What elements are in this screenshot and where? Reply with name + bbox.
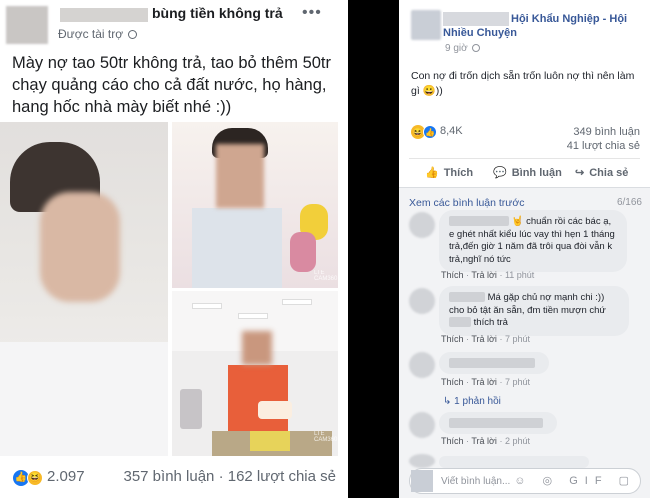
commenter-avatar[interactable] <box>409 412 435 438</box>
comment-icon: 💬 <box>493 167 507 179</box>
comment-time[interactable]: 11 phút <box>505 270 534 280</box>
input-tool-icons[interactable]: ☺ ◎ GIF ▢ <box>514 474 636 487</box>
divider <box>409 158 640 159</box>
sponsored-post: bùng tiền không trả Được tài trợ ••• Mày… <box>0 0 348 498</box>
group-name[interactable]: Hội Khẩu Nghiệp - Hội <box>511 13 627 25</box>
group-avatar[interactable] <box>411 10 441 40</box>
more-options-icon[interactable]: ••• <box>302 4 322 22</box>
comment-reply-link[interactable]: Trả lời <box>471 436 497 446</box>
comment-bubble <box>439 412 557 434</box>
post-stats[interactable]: 357 bình luận · 162 lượt chia sẻ <box>123 468 336 485</box>
like-button[interactable]: 👍 Thích <box>425 166 474 180</box>
commenter-avatar[interactable] <box>409 212 435 238</box>
reaction-count[interactable]: 2.097 <box>47 468 85 485</box>
camera-watermark: LTE CAM360 <box>314 431 338 443</box>
blurred-comment <box>449 358 535 369</box>
comment-reply-link[interactable]: Trả lời <box>471 270 497 280</box>
share-icon: ↪ <box>575 167 585 179</box>
comment-button[interactable]: 💬 Bình luận <box>493 166 562 180</box>
comment-reply-link[interactable]: Trả lời <box>471 334 497 344</box>
post-time[interactable]: 9 giờ <box>445 43 481 54</box>
group-name-line-2[interactable]: Nhiều Chuyện <box>443 27 517 39</box>
like-label: Thích <box>443 166 474 179</box>
comment-bubble: 🤘 chuẩn rồi các bác ạ, e ghét nhất kiểu … <box>439 210 627 272</box>
sponsored-label: Được tài trợ <box>58 27 138 41</box>
view-previous-comments-link[interactable]: Xem các bình luận trước <box>409 197 524 209</box>
camera-watermark: LTE CAM360 <box>314 270 338 282</box>
like-reaction-icon: 👍 <box>423 125 437 139</box>
blurred-name <box>443 12 509 26</box>
blurred-name <box>449 292 485 303</box>
comment-reply-link[interactable]: Trả lời <box>471 377 497 387</box>
time-text: 9 giờ <box>445 43 468 54</box>
group-post: Hội Khẩu Nghiệp - Hội Nhiều Chuyện 9 giờ… <box>399 0 650 498</box>
comment-bubble: Má gặp chủ nợ mạnh chi :)) cho bỏ tật ăn… <box>439 286 629 336</box>
reply-arrow-icon: ↳ <box>443 396 452 407</box>
commenter-avatar[interactable] <box>409 454 435 468</box>
blurred-comment <box>449 418 543 429</box>
post-photo-2[interactable]: LTE CAM360 <box>172 122 338 288</box>
user-avatar <box>411 470 433 492</box>
page-avatar[interactable] <box>6 6 48 44</box>
view-replies-link[interactable]: ↳ 1 phản hồi <box>443 396 501 407</box>
post-photo-1[interactable] <box>0 122 168 456</box>
comment-like-link[interactable]: Thích <box>441 377 464 387</box>
replies-label: 1 phản hồi <box>454 396 501 407</box>
blurred-name <box>60 8 148 22</box>
comment-placeholder[interactable]: Viết bình luận... <box>441 476 510 487</box>
page-name[interactable]: bùng tiền không trả <box>152 5 283 21</box>
share-button[interactable]: ↪ Chia sẻ <box>575 166 629 180</box>
comment-actions: Thích · Trả lời · 7 phút <box>441 377 530 387</box>
commenter-avatar[interactable] <box>409 352 435 378</box>
comment-time[interactable]: 7 phút <box>505 377 530 387</box>
blurred-name <box>449 216 509 227</box>
reaction-count[interactable]: 8,4K <box>440 125 463 137</box>
blurred-word <box>449 317 471 328</box>
comment-actions: Thích · Trả lời · 2 phút <box>441 436 530 446</box>
post-text: Con nợ đi trốn dịch sẵn trốn luôn nợ thì… <box>411 70 635 97</box>
globe-icon <box>128 30 138 40</box>
comment-actions: Thích · Trả lời · 7 phút <box>441 334 530 344</box>
sponsored-text: Được tài trợ <box>58 27 124 41</box>
thumbs-up-icon: 👍 <box>425 167 439 179</box>
comment-bubble <box>439 352 549 374</box>
comment-like-link[interactable]: Thích <box>441 270 464 280</box>
post-photo-3[interactable]: LTE CAM360 <box>172 291 338 456</box>
comments-count[interactable]: 349 bình luận <box>573 126 640 138</box>
comment-time[interactable]: 2 phút <box>505 436 530 446</box>
comment-pager: 6/166 <box>616 197 642 208</box>
shares-count[interactable]: 41 lượt chia sẻ <box>567 140 640 152</box>
comment-like-link[interactable]: Thích <box>441 436 464 446</box>
comment-like-link[interactable]: Thích <box>441 334 464 344</box>
post-text: Mày nợ tao 50tr không trả, tao bỏ thêm 5… <box>12 54 331 116</box>
commenter-avatar[interactable] <box>409 288 435 314</box>
comment-text-end: thích trả <box>473 317 508 328</box>
share-label: Chia sẻ <box>589 166 629 179</box>
comment-actions: Thích · Trả lời · 11 phút <box>441 270 535 280</box>
comment-time[interactable]: 7 phút <box>505 334 530 344</box>
comment-bubble <box>439 456 589 468</box>
comment-label: Bình luận <box>511 166 562 179</box>
haha-reaction-icon: 😆 <box>27 470 43 486</box>
globe-icon <box>472 44 481 53</box>
